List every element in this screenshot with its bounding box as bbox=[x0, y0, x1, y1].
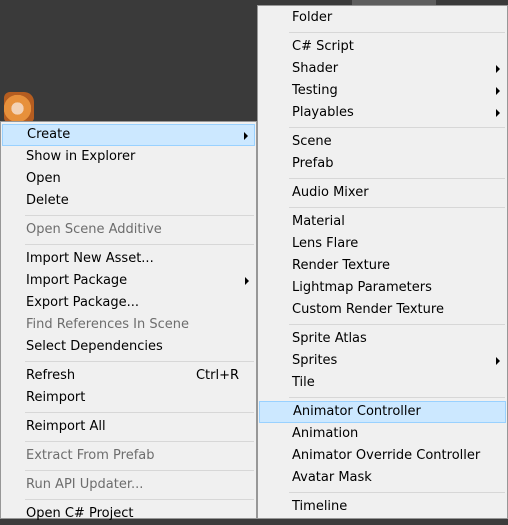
menu-item-label: Animator Controller bbox=[293, 404, 421, 419]
create-submenu: Folder C# Script Shader Testing Playable… bbox=[257, 5, 508, 519]
menu-separator bbox=[289, 178, 505, 179]
submenu-item-material[interactable]: Material bbox=[259, 211, 506, 233]
submenu-item-sprite-atlas[interactable]: Sprite Atlas bbox=[259, 328, 506, 350]
chevron-right-icon bbox=[496, 87, 500, 95]
submenu-item-lens-flare[interactable]: Lens Flare bbox=[259, 233, 506, 255]
submenu-item-sprites[interactable]: Sprites bbox=[259, 350, 506, 372]
menu-separator bbox=[25, 244, 254, 245]
menu-item-import-new-asset[interactable]: Import New Asset... bbox=[2, 248, 255, 270]
submenu-item-folder[interactable]: Folder bbox=[259, 7, 506, 29]
menu-item-label: Open Scene Additive bbox=[26, 222, 162, 237]
submenu-item-csharp-script[interactable]: C# Script bbox=[259, 36, 506, 58]
menu-item-label: Tile bbox=[292, 375, 315, 390]
menu-separator bbox=[25, 499, 254, 500]
menu-separator bbox=[25, 441, 254, 442]
submenu-item-lightmap-parameters[interactable]: Lightmap Parameters bbox=[259, 277, 506, 299]
menu-separator bbox=[289, 127, 505, 128]
menu-item-delete[interactable]: Delete bbox=[2, 190, 255, 212]
submenu-item-audio-mixer[interactable]: Audio Mixer bbox=[259, 182, 506, 204]
submenu-item-animation[interactable]: Animation bbox=[259, 423, 506, 445]
menu-item-create[interactable]: Create bbox=[2, 124, 255, 146]
menu-item-label: Material bbox=[292, 214, 345, 229]
menu-item-label: Lightmap Parameters bbox=[292, 280, 432, 295]
menu-item-label: Animator Override Controller bbox=[292, 448, 481, 463]
menu-item-label: Animation bbox=[292, 426, 359, 441]
menu-item-label: Testing bbox=[292, 83, 338, 98]
submenu-item-tile[interactable]: Tile bbox=[259, 372, 506, 394]
menu-separator bbox=[25, 215, 254, 216]
menu-separator bbox=[25, 412, 254, 413]
chevron-right-icon bbox=[496, 65, 500, 73]
menu-item-label: Audio Mixer bbox=[292, 185, 369, 200]
menu-item-label: Open bbox=[26, 171, 61, 186]
menu-item-label: Create bbox=[27, 127, 71, 142]
menu-item-open-csharp-project[interactable]: Open C# Project bbox=[2, 503, 255, 525]
submenu-item-animator-controller[interactable]: Animator Controller bbox=[259, 401, 506, 423]
menu-item-label: Import Package bbox=[26, 273, 128, 288]
menu-item-label: Reimport bbox=[26, 390, 86, 405]
submenu-item-custom-render-texture[interactable]: Custom Render Texture bbox=[259, 299, 506, 321]
menu-item-label: Reimport All bbox=[26, 419, 106, 434]
menu-item-label: Run API Updater... bbox=[26, 477, 144, 492]
menu-item-reimport[interactable]: Reimport bbox=[2, 387, 255, 409]
menu-item-extract-from-prefab: Extract From Prefab bbox=[2, 445, 255, 467]
submenu-item-animator-override-controller[interactable]: Animator Override Controller bbox=[259, 445, 506, 467]
submenu-item-render-texture[interactable]: Render Texture bbox=[259, 255, 506, 277]
submenu-item-shader[interactable]: Shader bbox=[259, 58, 506, 80]
menu-item-label: Find References In Scene bbox=[26, 317, 189, 332]
submenu-item-prefab[interactable]: Prefab bbox=[259, 153, 506, 175]
menu-separator bbox=[289, 207, 505, 208]
menu-item-open[interactable]: Open bbox=[2, 168, 255, 190]
menu-item-label: Playables bbox=[292, 105, 354, 120]
menu-item-find-references: Find References In Scene bbox=[2, 314, 255, 336]
menu-item-label: Select Dependencies bbox=[26, 339, 163, 354]
menu-separator bbox=[289, 397, 505, 398]
menu-item-label: Lens Flare bbox=[292, 236, 359, 251]
menu-item-export-package[interactable]: Export Package... bbox=[2, 292, 255, 314]
menu-item-reimport-all[interactable]: Reimport All bbox=[2, 416, 255, 438]
menu-item-label: Folder bbox=[292, 10, 333, 25]
menu-item-select-dependencies[interactable]: Select Dependencies bbox=[2, 336, 255, 358]
menu-item-label: Export Package... bbox=[26, 295, 139, 310]
menu-item-shortcut: Ctrl+R bbox=[195, 368, 239, 383]
chevron-right-icon bbox=[496, 109, 500, 117]
menu-item-label: Delete bbox=[26, 193, 69, 208]
menu-item-label: Shader bbox=[292, 61, 339, 76]
menu-item-label: C# Script bbox=[292, 39, 354, 54]
submenu-item-testing[interactable]: Testing bbox=[259, 80, 506, 102]
chevron-right-icon bbox=[245, 277, 249, 285]
context-menu: Create Show in Explorer Open Delete Open… bbox=[0, 121, 257, 521]
submenu-item-scene[interactable]: Scene bbox=[259, 131, 506, 153]
menu-item-label: Avatar Mask bbox=[292, 470, 372, 485]
menu-separator bbox=[25, 361, 254, 362]
chevron-right-icon bbox=[496, 357, 500, 365]
menu-item-refresh[interactable]: Refresh Ctrl+R bbox=[2, 365, 255, 387]
menu-item-label: Sprites bbox=[292, 353, 338, 368]
menu-item-label: Show in Explorer bbox=[26, 149, 136, 164]
submenu-item-avatar-mask[interactable]: Avatar Mask bbox=[259, 467, 506, 489]
chevron-right-icon bbox=[244, 132, 248, 140]
menu-separator bbox=[289, 32, 505, 33]
menu-separator bbox=[25, 470, 254, 471]
menu-item-show-in-explorer[interactable]: Show in Explorer bbox=[2, 146, 255, 168]
submenu-item-timeline[interactable]: Timeline bbox=[259, 496, 506, 518]
menu-item-label: Timeline bbox=[292, 499, 348, 514]
menu-separator bbox=[289, 492, 505, 493]
menu-item-label: Sprite Atlas bbox=[292, 331, 367, 346]
menu-item-label: Prefab bbox=[292, 156, 334, 171]
menu-item-open-scene-additive: Open Scene Additive bbox=[2, 219, 255, 241]
submenu-item-playables[interactable]: Playables bbox=[259, 102, 506, 124]
menu-item-run-api-updater: Run API Updater... bbox=[2, 474, 255, 496]
menu-item-label: Import New Asset... bbox=[26, 251, 154, 266]
menu-item-label: Render Texture bbox=[292, 258, 391, 273]
menu-separator bbox=[289, 324, 505, 325]
menu-item-import-package[interactable]: Import Package bbox=[2, 270, 255, 292]
menu-item-label: Extract From Prefab bbox=[26, 448, 155, 463]
menu-item-label: Scene bbox=[292, 134, 332, 149]
menu-item-label: Refresh bbox=[26, 368, 76, 383]
asset-thumbnail[interactable] bbox=[4, 92, 34, 122]
menu-item-label: Custom Render Texture bbox=[292, 302, 444, 317]
